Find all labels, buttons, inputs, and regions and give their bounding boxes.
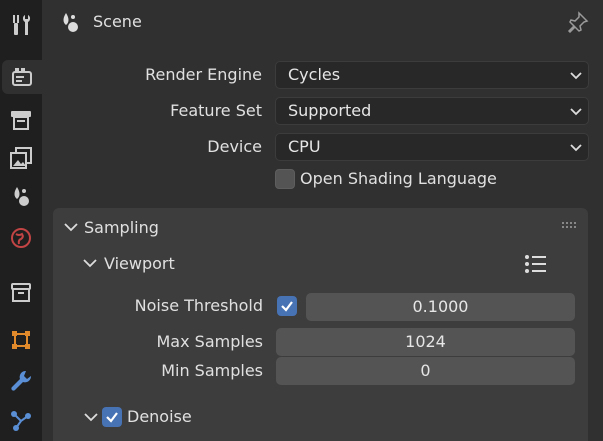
chevron-down-icon: [570, 144, 582, 152]
tab-particles[interactable]: [0, 404, 42, 438]
chevron-down-icon: [570, 72, 582, 80]
tab-object[interactable]: [0, 323, 42, 357]
header-title: Scene: [93, 12, 142, 31]
open-shading-language-label: Open Shading Language: [300, 169, 497, 188]
tab-world[interactable]: [0, 221, 42, 255]
pin-icon[interactable]: [567, 11, 589, 33]
particles-icon: [11, 411, 31, 431]
viewport-subpanel-title[interactable]: Viewport: [104, 254, 175, 273]
noise-threshold-field[interactable]: 0.1000: [306, 293, 575, 321]
tab-tool[interactable]: [0, 8, 42, 42]
properties-header: Scene: [42, 0, 603, 44]
tab-collection[interactable]: [0, 275, 42, 309]
max-samples-label: Max Samples: [156, 332, 264, 351]
device-value: CPU: [288, 137, 321, 156]
min-samples-label: Min Samples: [161, 361, 263, 380]
sampling-panel-title[interactable]: Sampling: [84, 218, 159, 237]
device-dropdown[interactable]: CPU: [275, 133, 589, 161]
scene-icon: [14, 187, 29, 206]
noise-threshold-checkbox[interactable]: [277, 296, 297, 316]
min-samples-field[interactable]: 0: [276, 357, 575, 385]
feature-set-value: Supported: [288, 101, 372, 120]
chevron-down-icon[interactable]: [84, 412, 98, 422]
render-engine-value: Cycles: [288, 65, 341, 84]
collection-icon: [11, 283, 31, 302]
chevron-down-icon[interactable]: [64, 222, 78, 232]
open-shading-language-checkbox[interactable]: [275, 169, 295, 189]
tab-output[interactable]: [0, 103, 42, 137]
world-icon: [11, 228, 31, 248]
tab-modifier[interactable]: [0, 364, 42, 398]
max-samples-field[interactable]: 1024: [276, 328, 575, 356]
render-engine-dropdown[interactable]: Cycles: [275, 61, 589, 89]
denoise-checkbox[interactable]: [102, 407, 122, 427]
feature-set-dropdown[interactable]: Supported: [275, 97, 589, 125]
chevron-down-icon: [570, 108, 582, 116]
chevron-down-icon[interactable]: [83, 258, 97, 268]
render-engine-label: Render Engine: [145, 65, 262, 84]
scene-icon: [63, 13, 78, 32]
tab-view-layer[interactable]: [0, 141, 42, 175]
presets-list-icon[interactable]: [524, 253, 548, 275]
feature-set-label: Feature Set: [170, 101, 262, 120]
drag-handle-icon[interactable]: [562, 222, 578, 230]
output-icon: [11, 111, 31, 130]
denoise-label: Denoise: [127, 407, 192, 426]
tab-render[interactable]: [2, 60, 42, 94]
checkmark-icon: [106, 412, 118, 423]
view-layer-icon: [10, 147, 32, 169]
modifier-icon: [11, 370, 32, 391]
checkmark-icon: [281, 301, 293, 312]
device-label: Device: [207, 137, 262, 156]
properties-tab-bar: [0, 0, 42, 441]
tab-scene[interactable]: [0, 179, 42, 213]
object-icon: [12, 331, 30, 349]
tool-icon: [13, 15, 31, 35]
render-icon: [12, 68, 32, 86]
noise-threshold-label: Noise Threshold: [134, 296, 263, 315]
